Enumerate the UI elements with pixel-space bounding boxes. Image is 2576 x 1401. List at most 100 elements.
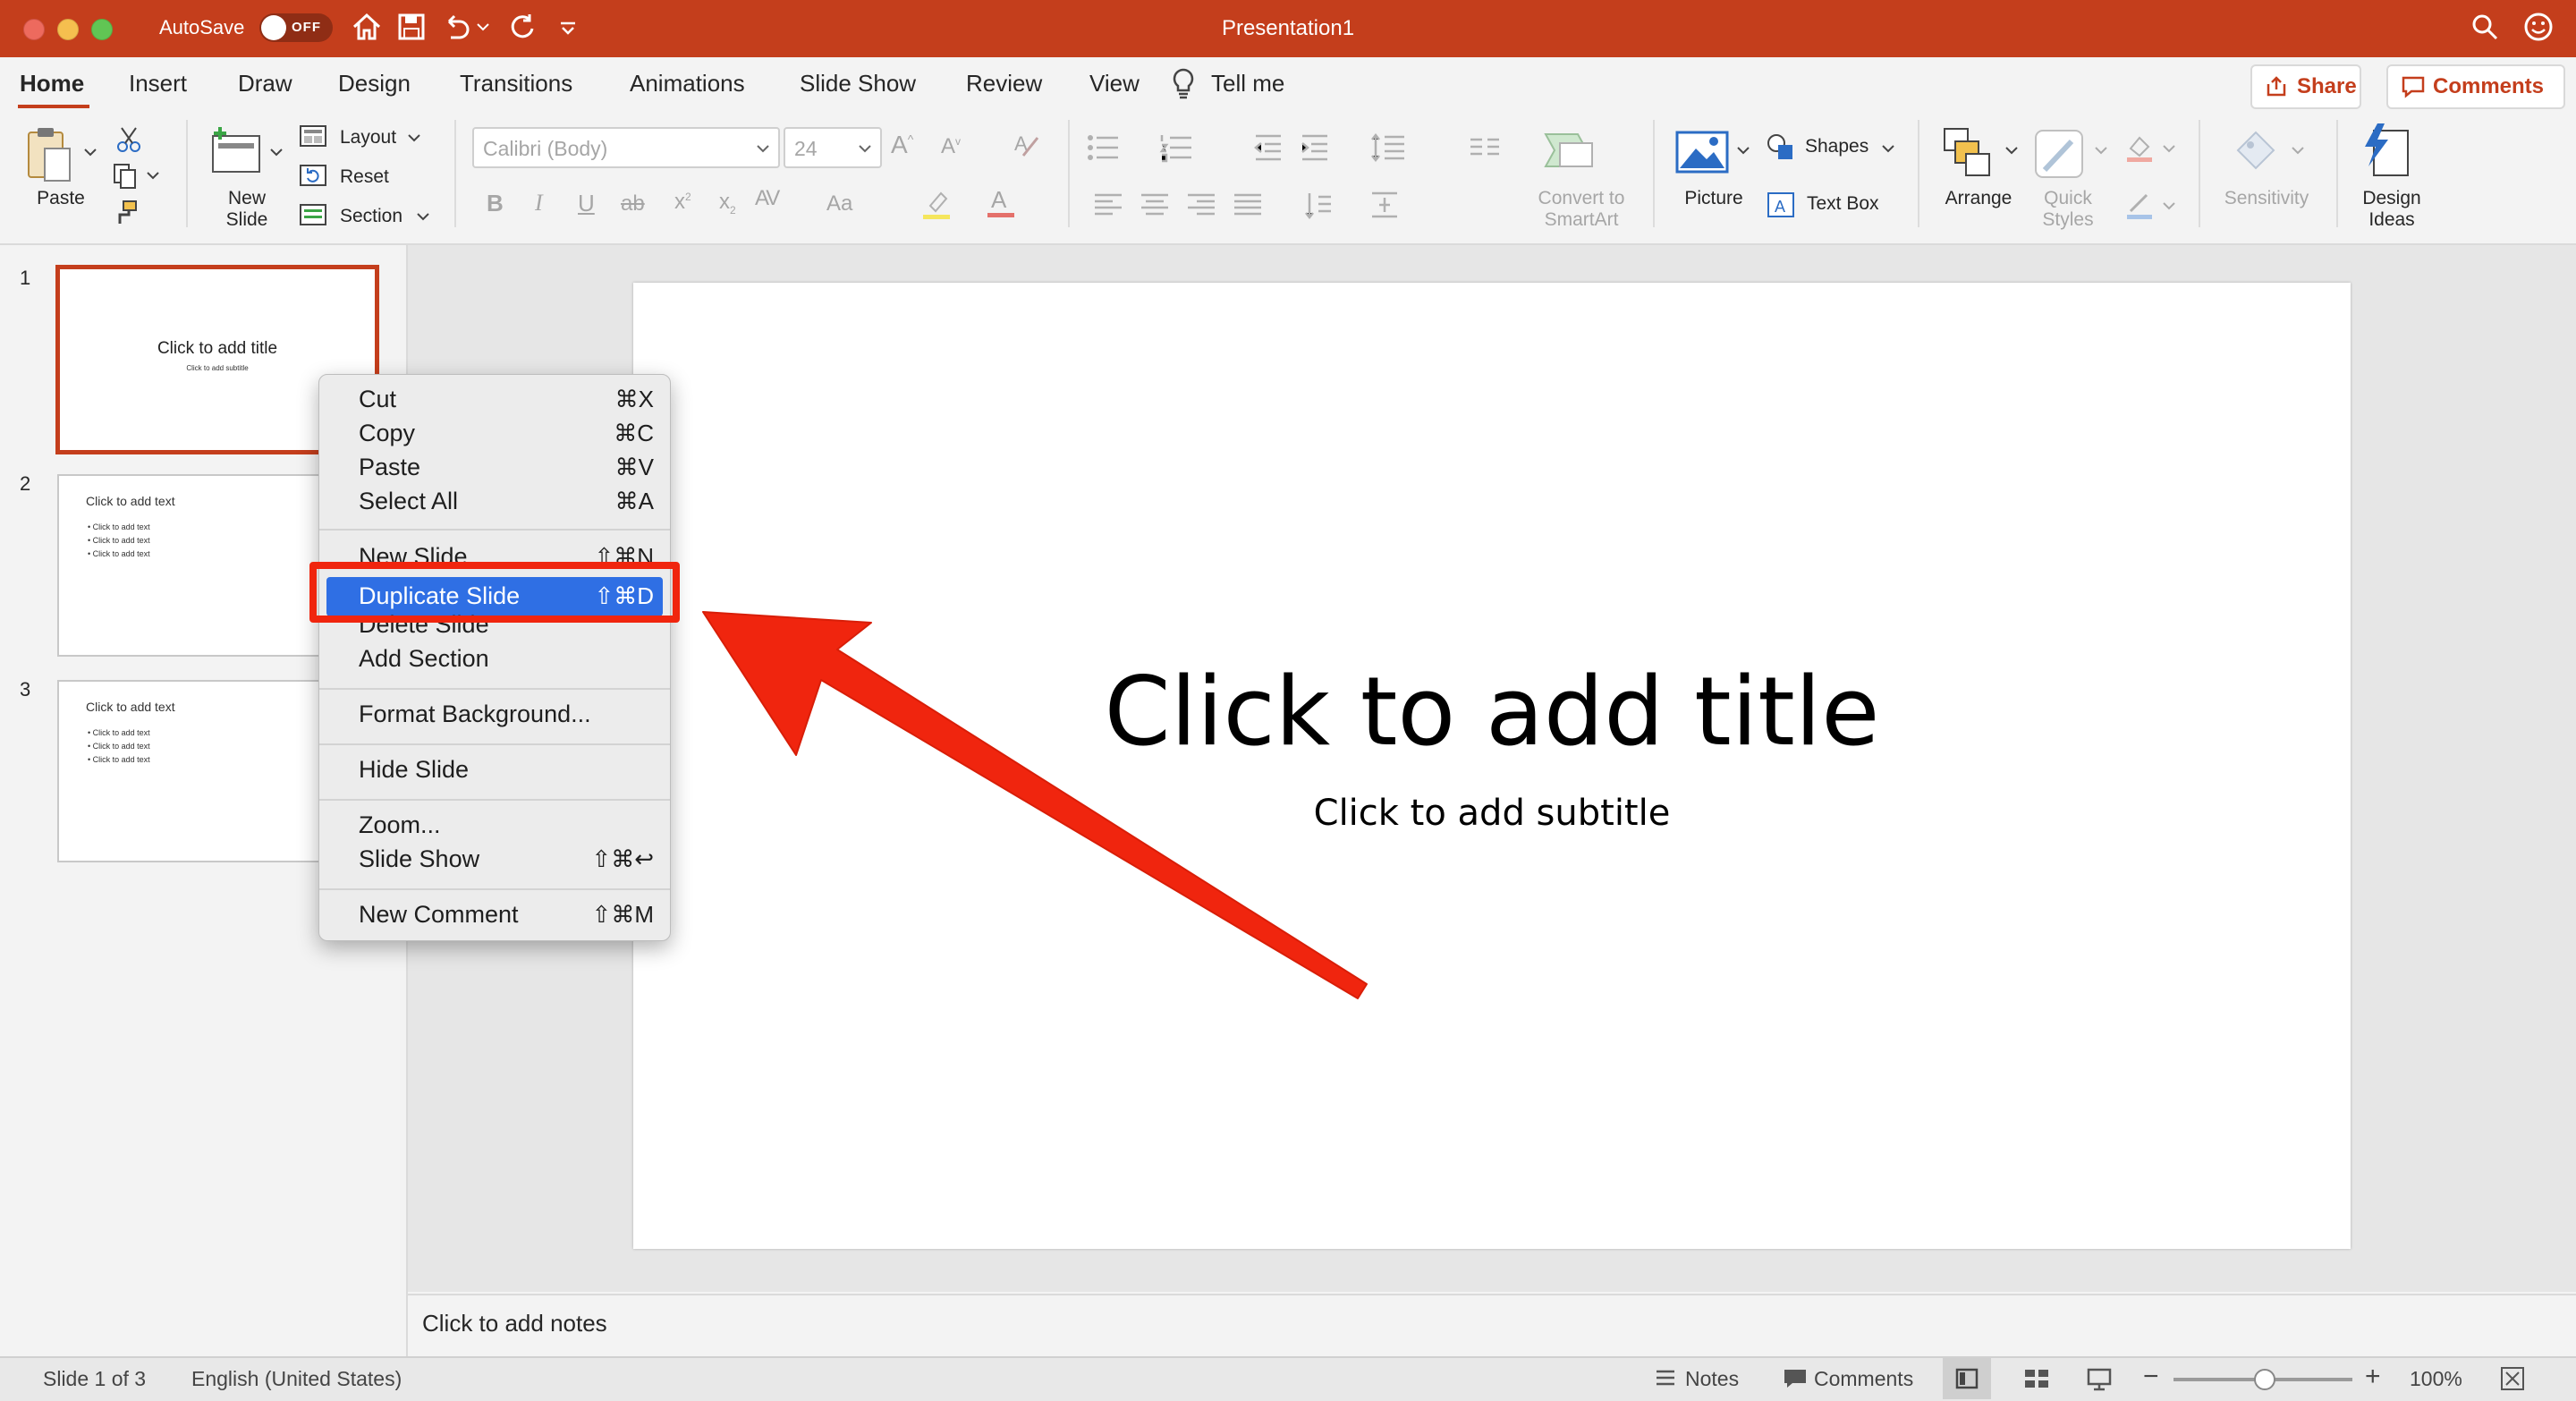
tab-review[interactable]: Review — [966, 70, 1042, 98]
chevron-down-icon[interactable] — [2290, 141, 2306, 159]
share-button[interactable]: Share — [2250, 64, 2361, 109]
new-slide-label-1: New — [227, 188, 266, 208]
tab-draw[interactable]: Draw — [238, 70, 292, 98]
chevron-down-icon[interactable] — [406, 129, 422, 147]
text-box-button[interactable]: Text Box — [1807, 193, 1879, 215]
menu-item-slide-show[interactable]: Slide Show — [359, 845, 479, 873]
tab-animations[interactable]: Animations — [630, 70, 745, 98]
columns-icon[interactable] — [1467, 132, 1503, 163]
arrange-icon[interactable] — [1941, 125, 1996, 181]
zoom-out-button[interactable]: − — [2143, 1362, 2159, 1392]
menu-item-paste[interactable]: Paste — [359, 454, 420, 481]
tab-home[interactable]: Home — [20, 70, 84, 98]
text-direction-icon[interactable] — [1302, 190, 1335, 220]
menu-item-cut[interactable]: Cut — [359, 386, 396, 413]
design-ideas-icon[interactable] — [2358, 122, 2413, 181]
bold-icon[interactable]: B — [487, 190, 504, 217]
menu-item-hide-slide[interactable]: Hide Slide — [359, 756, 469, 784]
fit-to-window-icon[interactable] — [2499, 1365, 2526, 1392]
normal-view-button[interactable] — [1943, 1358, 1991, 1399]
menu-item-add-section[interactable]: Add Section — [359, 645, 489, 673]
chevron-down-icon[interactable] — [1735, 141, 1751, 159]
comments-toggle[interactable]: Comments — [1814, 1367, 1913, 1391]
menu-item-zoom[interactable]: Zoom... — [359, 811, 441, 839]
search-icon[interactable] — [2469, 11, 2501, 43]
align-left-icon[interactable] — [1093, 191, 1123, 218]
tab-view[interactable]: View — [1089, 70, 1140, 98]
shapes-button[interactable]: Shapes — [1805, 136, 1868, 157]
tab-insert[interactable]: Insert — [129, 70, 187, 98]
zoom-slider-thumb[interactable] — [2254, 1369, 2275, 1390]
font-name-combo[interactable]: Calibri (Body) — [472, 127, 780, 168]
shape-outline-icon[interactable] — [2123, 188, 2156, 220]
decrease-font-size-icon[interactable]: Av — [941, 134, 961, 159]
zoom-in-button[interactable]: + — [2365, 1362, 2381, 1392]
presenter-view-icon[interactable] — [2086, 1367, 2113, 1392]
comments-button[interactable]: Comments — [2386, 64, 2565, 109]
chevron-down-icon[interactable] — [82, 143, 98, 161]
tell-me-search[interactable]: Tell me — [1211, 70, 1284, 98]
new-slide-icon[interactable] — [208, 123, 265, 179]
tab-transitions[interactable]: Transitions — [460, 70, 572, 98]
notes-toggle[interactable]: Notes — [1685, 1367, 1739, 1391]
decrease-indent-icon[interactable] — [1252, 132, 1284, 163]
align-right-icon[interactable] — [1186, 191, 1216, 218]
strikethrough-icon[interactable]: ab — [621, 191, 645, 217]
font-size-combo[interactable]: 24 — [784, 127, 882, 168]
change-case-icon[interactable]: Aa — [826, 191, 852, 217]
increase-indent-icon[interactable] — [1299, 132, 1331, 163]
copy-icon[interactable] — [111, 161, 140, 190]
chevron-down-icon[interactable] — [145, 166, 161, 184]
chevron-down-icon[interactable] — [2093, 141, 2109, 159]
tab-design[interactable]: Design — [338, 70, 411, 98]
shape-fill-icon[interactable] — [2123, 131, 2156, 163]
notes-placeholder[interactable]: Click to add notes — [422, 1310, 607, 1337]
align-text-icon[interactable] — [1368, 190, 1401, 220]
menu-item-select-all[interactable]: Select All — [359, 488, 458, 515]
align-center-icon[interactable] — [1140, 191, 1170, 218]
slide-sorter-icon[interactable] — [2023, 1367, 2050, 1390]
smiley-feedback-icon[interactable] — [2522, 11, 2555, 43]
bullets-icon[interactable] — [1086, 132, 1122, 163]
superscript-icon[interactable]: x2 — [674, 190, 691, 215]
increase-font-size-icon[interactable]: A^ — [891, 131, 913, 159]
italic-icon[interactable]: I — [535, 190, 543, 217]
svg-text:A: A — [991, 186, 1007, 213]
reset-button[interactable]: Reset — [340, 166, 389, 188]
sensitivity-icon[interactable] — [2231, 125, 2281, 175]
character-spacing-icon[interactable]: AV — [755, 186, 780, 211]
highlight-color-icon[interactable] — [919, 186, 955, 222]
menu-item-new-comment[interactable]: New Comment — [359, 901, 519, 929]
section-button[interactable]: Section — [340, 206, 402, 227]
tab-slide-show[interactable]: Slide Show — [800, 70, 916, 98]
thumbnail-bullet: • Click to add text — [88, 536, 150, 545]
font-color-icon[interactable]: A — [984, 184, 1020, 220]
layout-button[interactable]: Layout — [340, 127, 396, 149]
shapes-icon — [1767, 134, 1792, 159]
subscript-icon[interactable]: x2 — [719, 190, 736, 217]
numbering-icon[interactable] — [1159, 132, 1195, 163]
clear-formatting-icon[interactable]: A — [1009, 129, 1041, 161]
paste-icon[interactable] — [25, 125, 80, 184]
chevron-down-icon[interactable] — [268, 143, 284, 161]
quick-styles-icon[interactable] — [2032, 125, 2089, 183]
line-spacing-icon[interactable] — [1370, 132, 1406, 163]
language-indicator[interactable]: English (United States) — [191, 1367, 402, 1391]
picture-icon[interactable] — [1674, 129, 1730, 175]
cut-icon[interactable] — [114, 125, 143, 154]
format-painter-icon[interactable] — [111, 199, 140, 227]
smartart-icon[interactable] — [1542, 129, 1597, 172]
chevron-down-icon[interactable] — [2161, 197, 2177, 215]
menu-item-copy[interactable]: Copy — [359, 420, 415, 447]
chevron-down-icon[interactable] — [2161, 140, 2177, 157]
chevron-down-icon[interactable] — [2004, 141, 2020, 159]
justify-icon[interactable] — [1233, 191, 1263, 218]
chevron-down-icon[interactable] — [415, 208, 431, 225]
slide-counter: Slide 1 of 3 — [43, 1367, 147, 1390]
menu-shortcut: ⇧⌘M — [591, 901, 654, 928]
chevron-down-icon[interactable] — [1880, 140, 1896, 157]
underline-icon[interactable]: U — [578, 190, 595, 217]
zoom-level[interactable]: 100% — [2410, 1367, 2462, 1391]
menu-item-format-background[interactable]: Format Background... — [359, 700, 591, 728]
notes-pane[interactable]: Click to add notes — [408, 1294, 2576, 1358]
